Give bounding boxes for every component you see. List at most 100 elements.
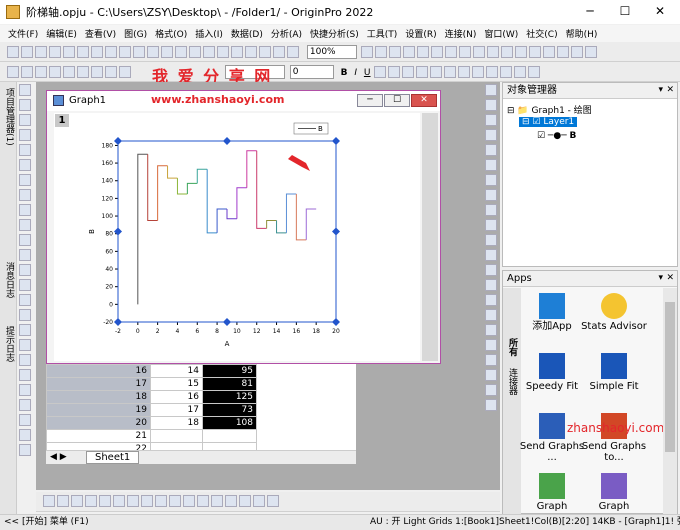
new-layer-icon[interactable] bbox=[458, 46, 471, 58]
cell-row[interactable]: 16 bbox=[46, 364, 151, 378]
fill-bucket-icon[interactable] bbox=[528, 66, 541, 78]
new-project-icon[interactable] bbox=[7, 46, 19, 58]
arrow-icon[interactable] bbox=[19, 234, 31, 246]
step-chart[interactable]: -2 0 2 4 6 8 10 12 14 16 18 20-20020406080100120140… bbox=[54, 113, 420, 361]
bold-button[interactable]: B bbox=[341, 68, 348, 78]
apps-tab-all[interactable]: 所有 bbox=[506, 338, 519, 356]
set-column-icon[interactable] bbox=[63, 66, 75, 78]
specialized-icon[interactable] bbox=[267, 495, 279, 507]
cell-b[interactable] bbox=[202, 429, 257, 443]
cell-b[interactable]: 125 bbox=[202, 390, 257, 404]
polar-icon[interactable] bbox=[211, 495, 223, 507]
grid-icon[interactable] bbox=[485, 339, 497, 351]
open-template-icon[interactable] bbox=[147, 46, 159, 58]
plot-setup-icon[interactable] bbox=[105, 66, 117, 78]
arrange-layers-icon[interactable] bbox=[485, 144, 497, 156]
new-notes-icon[interactable] bbox=[105, 46, 117, 58]
open-excel-icon[interactable] bbox=[161, 46, 173, 58]
smart-hint-log-tab[interactable]: 提示日志 bbox=[3, 326, 16, 362]
font-color-icon[interactable] bbox=[500, 66, 513, 78]
new-graph-icon[interactable] bbox=[49, 46, 61, 58]
increase-font-icon[interactable] bbox=[430, 66, 443, 78]
project-explorer-icon[interactable] bbox=[430, 46, 443, 58]
command-window-icon[interactable] bbox=[388, 46, 401, 58]
tree-item-plot[interactable]: ☑ ─●─ B bbox=[537, 131, 576, 141]
insert-equation-icon[interactable] bbox=[485, 264, 497, 276]
table-row[interactable]: 20 18 108 bbox=[46, 416, 257, 430]
cell-row[interactable]: 19 bbox=[46, 403, 151, 417]
screen-reader-icon[interactable] bbox=[19, 144, 31, 156]
sheet-nav-left-icon[interactable]: ◀ ▶ bbox=[50, 452, 67, 462]
cell-a[interactable] bbox=[150, 429, 203, 443]
snap-icon[interactable] bbox=[485, 324, 497, 336]
save-icon[interactable] bbox=[189, 46, 201, 58]
apps-tab-connectors[interactable]: 连接器 bbox=[506, 368, 519, 395]
table-row[interactable]: 19 17 73 bbox=[46, 403, 257, 417]
tree-item-layer[interactable]: ⊟ ☑ Layer1 bbox=[519, 117, 578, 127]
top-axis-icon[interactable] bbox=[485, 174, 497, 186]
underline-button[interactable]: U bbox=[364, 68, 371, 78]
graph-window[interactable]: Graph1 www.zhanshaoyi.com ─ ☐ ✕ 1 -2 0 2 4 6… bbox=[46, 90, 441, 364]
menu-connect[interactable]: 连接(N) bbox=[445, 27, 477, 40]
column-chart-icon[interactable] bbox=[85, 495, 97, 507]
layer-icon[interactable] bbox=[444, 46, 457, 58]
menu-data[interactable]: 数据(D) bbox=[231, 27, 263, 40]
menu-edit[interactable]: 编辑(E) bbox=[46, 27, 77, 40]
cell-row[interactable]: 18 bbox=[46, 390, 151, 404]
add-layer-icon[interactable] bbox=[485, 84, 497, 96]
anchor-icon[interactable] bbox=[485, 309, 497, 321]
menu-format[interactable]: 格式(O) bbox=[155, 27, 187, 40]
cell-a[interactable]: 15 bbox=[150, 377, 203, 391]
app-speedy-fit[interactable]: Speedy Fit bbox=[519, 353, 585, 392]
open-icon[interactable] bbox=[133, 46, 145, 58]
table-row[interactable]: 18 16 125 bbox=[46, 390, 257, 404]
swap-axes-icon[interactable] bbox=[485, 159, 497, 171]
export-icon[interactable] bbox=[217, 46, 229, 58]
column-icon[interactable] bbox=[21, 66, 33, 78]
region-icon[interactable] bbox=[19, 309, 31, 321]
new-function-icon[interactable] bbox=[77, 46, 89, 58]
ternary-icon[interactable] bbox=[225, 495, 237, 507]
data-reader-icon[interactable] bbox=[486, 46, 499, 58]
merge-graph-icon[interactable] bbox=[485, 99, 497, 111]
maximize-button[interactable]: ☐ bbox=[607, 0, 643, 24]
rectangle-icon[interactable] bbox=[19, 264, 31, 276]
app-simple-fit[interactable]: Simple Fit bbox=[581, 353, 647, 392]
new-matrix-icon[interactable] bbox=[63, 46, 75, 58]
mask-icon[interactable] bbox=[19, 204, 31, 216]
menu-help[interactable]: 帮助(H) bbox=[566, 27, 598, 40]
data-selector-icon[interactable] bbox=[500, 46, 513, 58]
menu-settings[interactable]: 设置(R) bbox=[405, 27, 436, 40]
scale-bar-icon[interactable] bbox=[19, 399, 31, 411]
cell-a[interactable]: 16 bbox=[150, 390, 203, 404]
axis-break-icon[interactable] bbox=[485, 204, 497, 216]
code-builder-icon[interactable] bbox=[402, 46, 415, 58]
insert-graph-icon[interactable] bbox=[485, 249, 497, 261]
new-workbook-icon[interactable] bbox=[35, 46, 47, 58]
text-icon[interactable] bbox=[19, 219, 31, 231]
zoom-icon[interactable] bbox=[19, 99, 31, 111]
cell-b[interactable]: 73 bbox=[202, 403, 257, 417]
app-stats-advisor[interactable]: Stats Advisor bbox=[581, 293, 647, 332]
open-sample-icon[interactable] bbox=[175, 46, 187, 58]
pointer-icon[interactable] bbox=[19, 84, 31, 96]
palette-icon[interactable] bbox=[584, 46, 597, 58]
duplicate-icon[interactable] bbox=[287, 46, 299, 58]
line-icon[interactable] bbox=[19, 249, 31, 261]
rescale-side-icon[interactable] bbox=[485, 369, 497, 381]
apps-close-icon[interactable]: ✕ bbox=[666, 273, 674, 283]
graph-page[interactable]: 1 -2 0 2 4 6 8 10 12 14 16 18 20 -20 0 20 40 60 80 100 120 1… bbox=[54, 113, 420, 361]
cell-row[interactable]: 21 bbox=[46, 429, 151, 443]
align-right-icon[interactable] bbox=[486, 66, 499, 78]
cell-a[interactable]: 18 bbox=[150, 416, 203, 430]
tree-item-graph[interactable]: ⊟ 📁 Graph1 - 绘图 bbox=[507, 103, 592, 116]
scale-icon[interactable] bbox=[19, 114, 31, 126]
data-reader-tool-icon[interactable] bbox=[19, 159, 31, 171]
align-left-icon[interactable] bbox=[458, 66, 471, 78]
pin-icon[interactable]: ▾ bbox=[658, 85, 663, 95]
messages-log-tab[interactable]: 消息日志 bbox=[3, 262, 16, 298]
apps-pin-icon[interactable]: ▾ bbox=[658, 273, 663, 283]
sheet-tab[interactable]: Sheet1 bbox=[86, 451, 140, 464]
new-folder-icon[interactable] bbox=[21, 46, 33, 58]
menu-quick-analysis[interactable]: 快捷分析(S) bbox=[310, 27, 359, 40]
